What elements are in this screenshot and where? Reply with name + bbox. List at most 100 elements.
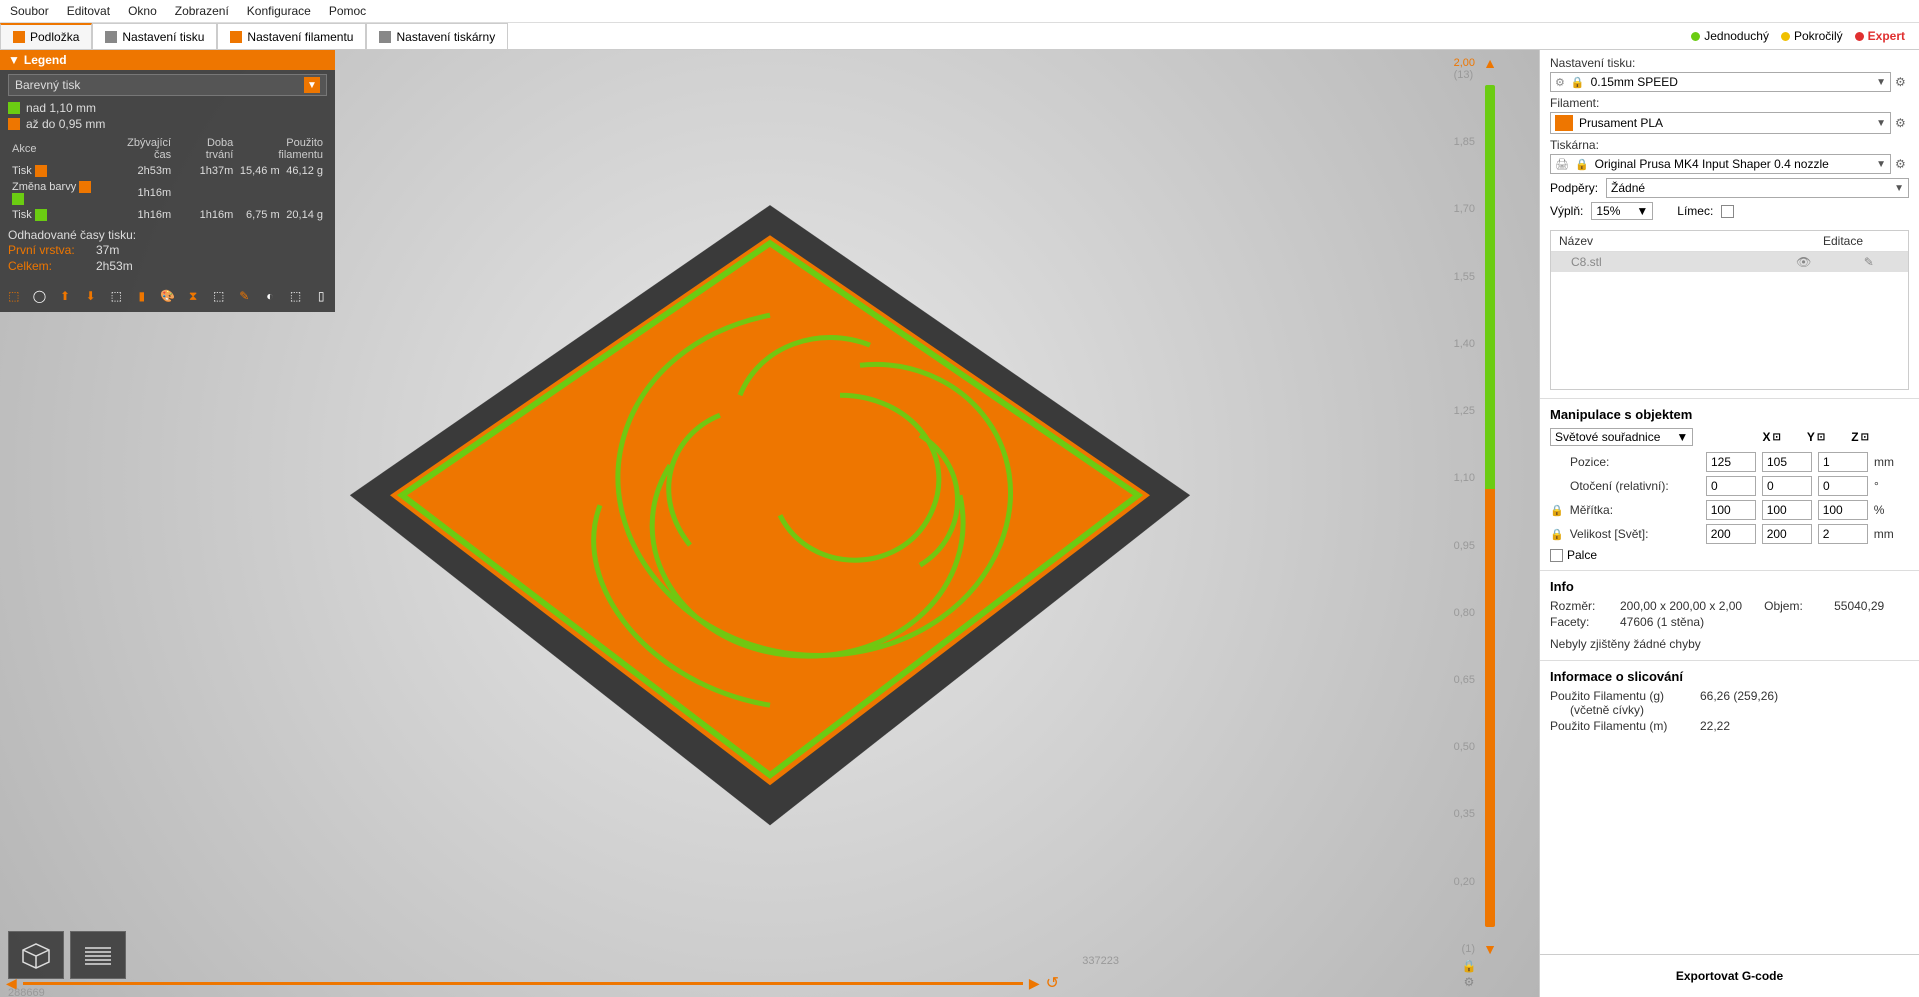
est-rows: První vrstva:37mCelkem:2h53m xyxy=(8,242,327,274)
toolbar-icon[interactable]: ◐ xyxy=(260,286,280,306)
hslider-max: 337223 xyxy=(1082,955,1119,967)
mode-jednoduchý[interactable]: Jednoduchý xyxy=(1691,29,1769,43)
est-label: Odhadované časy tisku: xyxy=(8,228,327,242)
lock-icon[interactable]: 🔒 xyxy=(1462,959,1477,973)
objlist-col-edit: Editace xyxy=(1778,231,1908,251)
info-panel: Info Rozměr:200,00 x 200,00 x 2,00Objem:… xyxy=(1540,570,1919,660)
slicing-title: Informace o slicování xyxy=(1550,669,1909,684)
infill-select[interactable]: 15%▼ xyxy=(1591,202,1653,220)
coord-input[interactable] xyxy=(1818,524,1868,544)
toolbar-icon[interactable]: 🎨 xyxy=(158,286,178,306)
coord-input[interactable] xyxy=(1706,524,1756,544)
legend-toolbar: ⬚◯⬆⬇⬚▮🎨⧗⬚✎◐⬚▯ xyxy=(0,280,335,312)
hslider-min: 288669 xyxy=(8,987,45,997)
view-3d-icon[interactable] xyxy=(8,931,64,979)
menu-editovat[interactable]: Editovat xyxy=(67,4,110,18)
mode-pokročilý[interactable]: Pokročilý xyxy=(1781,29,1843,43)
supports-select[interactable]: Žádné▼ xyxy=(1606,178,1909,198)
tab[interactable]: Nastavení tisku xyxy=(92,23,217,49)
coord-input[interactable] xyxy=(1762,452,1812,472)
gear-icon[interactable]: ⚙ xyxy=(1895,116,1909,130)
legend-table: AkceZbývající časDoba trváníPoužito fila… xyxy=(8,134,327,224)
slicing-info-panel: Informace o slicování Použito Filamentu … xyxy=(1540,660,1919,742)
slider-down-icon[interactable]: ▼ xyxy=(1483,941,1497,957)
lock-icon[interactable]: 🔒 xyxy=(1550,504,1564,517)
undo-icon[interactable]: ↺ xyxy=(1046,973,1059,993)
brim-label: Límec: xyxy=(1677,204,1713,218)
coord-input[interactable] xyxy=(1818,500,1868,520)
menu-okno[interactable]: Okno xyxy=(128,4,157,18)
vslider-ticks: 2,00(13)1,851,701,551,401,251,100,950,80… xyxy=(1439,55,1481,957)
toolbar-icon[interactable]: ⬚ xyxy=(286,286,306,306)
menu-konfigurace[interactable]: Konfigurace xyxy=(247,4,311,18)
menu-zobrazení[interactable]: Zobrazení xyxy=(175,4,229,18)
legend-colors: nad 1,10 mmaž do 0,95 mm xyxy=(8,100,327,132)
menu-pomoc[interactable]: Pomoc xyxy=(329,4,366,18)
coord-input[interactable] xyxy=(1818,476,1868,496)
gear-icon[interactable]: ⚙ xyxy=(1895,75,1909,89)
viewport-3d[interactable]: ▼Legend Barevný tisk▼ nad 1,10 mmaž do 0… xyxy=(0,50,1539,997)
toolbar-icon[interactable]: ⬚ xyxy=(106,286,126,306)
toolbar-icon[interactable]: ⬇ xyxy=(81,286,101,306)
info-title: Info xyxy=(1550,579,1909,594)
sidebar: Nastavení tisku: ⚙ 🔒 0.15mm SPEED▼ ⚙ Fil… xyxy=(1539,50,1919,997)
manip-title: Manipulace s objektem xyxy=(1550,407,1909,422)
coord-input[interactable] xyxy=(1818,452,1868,472)
legend-header[interactable]: ▼Legend xyxy=(0,50,335,70)
toolbar-icon[interactable]: ⧗ xyxy=(183,286,203,306)
toolbar-icon[interactable]: ⬆ xyxy=(55,286,75,306)
inches-checkbox[interactable] xyxy=(1550,549,1563,562)
legend-panel: ▼Legend Barevný tisk▼ nad 1,10 mmaž do 0… xyxy=(0,50,335,312)
objlist-row[interactable]: C8.stl 👁 ✎ xyxy=(1551,252,1908,272)
tabs-left: PodložkaNastavení tiskuNastavení filamen… xyxy=(0,23,508,49)
filament-label: Filament: xyxy=(1550,96,1909,110)
gear-icon[interactable]: ⚙ xyxy=(1895,157,1909,171)
toolbar-icon[interactable]: ▯ xyxy=(311,286,331,306)
inches-label: Palce xyxy=(1567,548,1597,562)
build-plate[interactable] xyxy=(320,165,1220,855)
view-layers-icon[interactable] xyxy=(70,931,126,979)
coord-input[interactable] xyxy=(1762,500,1812,520)
horizontal-slider[interactable]: ◀ ▶ ↺ xyxy=(6,969,1059,997)
printer-select[interactable]: 🖨 🔒 Original Prusa MK4 Input Shaper 0.4 … xyxy=(1550,154,1891,174)
tab[interactable]: Nastavení tiskárny xyxy=(366,23,508,49)
legend-table-body: Tisk 2h53m1h37m15,46 m46,12 gZměna barvy… xyxy=(10,164,325,222)
vertical-slider[interactable]: 2,00(13)1,851,701,551,401,251,100,950,80… xyxy=(1439,55,1499,957)
coord-input[interactable] xyxy=(1706,476,1756,496)
manip-rows: Pozice:mmOtočení (relativní):°🔒Měřítka:%… xyxy=(1550,452,1909,544)
legend-mode-select[interactable]: Barevný tisk▼ xyxy=(8,74,327,96)
filament-select[interactable]: Prusament PLA▼ xyxy=(1550,112,1891,134)
brim-checkbox[interactable] xyxy=(1721,205,1734,218)
tabbar: PodložkaNastavení tiskuNastavení filamen… xyxy=(0,23,1919,50)
infill-label: Výplň: xyxy=(1550,204,1583,218)
object-list: Název Editace C8.stl 👁 ✎ xyxy=(1550,230,1909,390)
manipulation-panel: Manipulace s objektem Světové souřadnice… xyxy=(1540,398,1919,570)
coord-input[interactable] xyxy=(1706,452,1756,472)
supports-label: Podpěry: xyxy=(1550,181,1598,195)
edit-icon[interactable]: ✎ xyxy=(1864,255,1874,269)
visibility-icon[interactable]: 👁 xyxy=(1796,255,1811,269)
tab[interactable]: Nastavení filamentu xyxy=(217,23,366,49)
slider-up-icon[interactable]: ▲ xyxy=(1483,55,1497,71)
gear-icon: ⚙ xyxy=(1555,76,1565,89)
gear-icon[interactable]: ⚙ xyxy=(1464,975,1475,989)
printer-icon: 🖨 xyxy=(1555,158,1569,171)
export-gcode-button[interactable]: Exportovat G-code xyxy=(1540,954,1919,997)
coord-system-select[interactable]: Světové souřadnice▼ xyxy=(1550,428,1693,446)
mode-expert[interactable]: Expert xyxy=(1855,29,1905,43)
menubar: Soubor Editovat Okno Zobrazení Konfigurace Po… xyxy=(0,0,1919,23)
toolbar-icon[interactable]: ▮ xyxy=(132,286,152,306)
coord-input[interactable] xyxy=(1706,500,1756,520)
coord-input[interactable] xyxy=(1762,476,1812,496)
toolbar-icon[interactable]: ⬚ xyxy=(4,286,24,306)
printer-label: Tiskárna: xyxy=(1550,138,1909,152)
menu-soubor[interactable]: Soubor xyxy=(10,4,49,18)
tab[interactable]: Podložka xyxy=(0,23,92,49)
lock-icon[interactable]: 🔒 xyxy=(1550,528,1564,541)
modes: Jednoduchý Pokročilý Expert xyxy=(1691,23,1919,49)
print-preset-select[interactable]: ⚙ 🔒 0.15mm SPEED▼ xyxy=(1550,72,1891,92)
toolbar-icon[interactable]: ◯ xyxy=(30,286,50,306)
toolbar-icon[interactable]: ⬚ xyxy=(209,286,229,306)
toolbar-icon[interactable]: ✎ xyxy=(234,286,254,306)
coord-input[interactable] xyxy=(1762,524,1812,544)
